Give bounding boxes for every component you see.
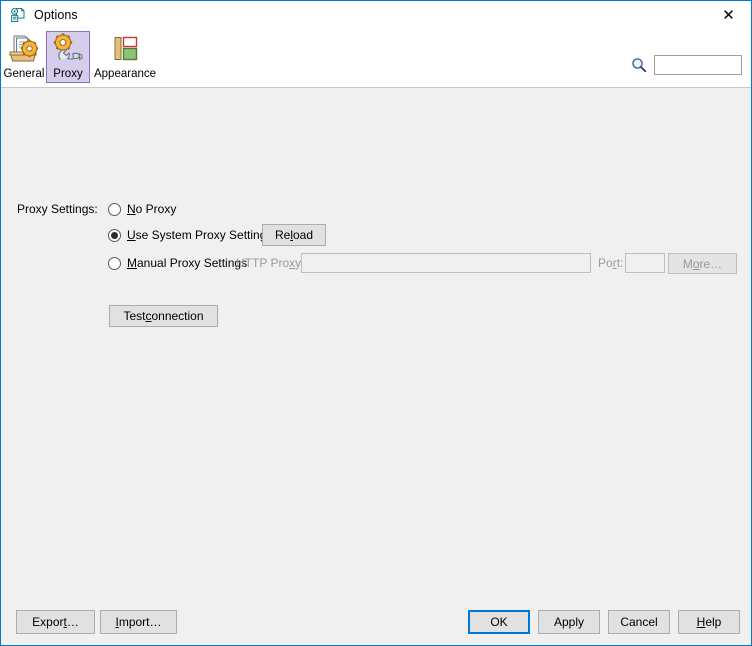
title-bar: Options ✕	[1, 1, 751, 29]
ok-button[interactable]: OK	[468, 610, 530, 634]
radio-no-proxy-mnemonic: N	[127, 202, 136, 216]
ok-button-label-pre: OK	[490, 615, 508, 629]
radio-no-proxy[interactable]: No Proxy	[108, 200, 176, 218]
import-button[interactable]: Import…	[100, 610, 177, 634]
search-icon	[632, 58, 647, 73]
toolbar-item-proxy-label: Proxy	[53, 68, 83, 80]
reload-button-label-post: oad	[292, 228, 314, 242]
http-proxy-label: HTTP Proxy:	[236, 256, 304, 270]
export-button-label-pre: Expor	[32, 615, 64, 629]
radio-manual-proxy-settings[interactable]: Manual Proxy Settings	[108, 254, 247, 272]
toolbar: General Proxy Appearance	[1, 29, 751, 88]
toolbar-item-proxy[interactable]: Proxy	[46, 31, 90, 83]
content-area: Proxy Settings: No Proxy Use System Prox…	[1, 88, 751, 601]
test-connection-button[interactable]: Test c onnection	[109, 305, 218, 327]
radio-use-system-proxy-settings-mark[interactable]	[108, 228, 121, 242]
port-label-pre: Po	[598, 256, 613, 270]
cancel-button[interactable]: Cancel	[608, 610, 670, 634]
toolbar-item-appearance-label: Appearance	[93, 68, 157, 80]
footer-button-bar: Expor t… Import… OK Apply Cancel Help	[1, 601, 751, 645]
close-icon: ✕	[722, 5, 735, 24]
more-button-mnemonic: o	[692, 256, 700, 271]
radio-manual-proxy-settings-mark[interactable]	[108, 256, 121, 270]
general-settings-icon	[9, 35, 39, 62]
more-button-label-pre: M	[682, 256, 693, 271]
search-input[interactable]	[654, 55, 742, 75]
radio-manual-label-post: anual Proxy Settings	[137, 256, 248, 270]
close-button[interactable]: ✕	[706, 1, 751, 29]
radio-use-system-proxy-settings-label: Use System Proxy Settings	[127, 228, 272, 242]
test-connection-label-post: onnection	[151, 309, 204, 323]
reload-button-label-pre: Re	[274, 228, 291, 242]
radio-use-system-label-post: se System Proxy Settings	[135, 228, 273, 242]
cancel-button-label-pre: Cancel	[620, 615, 658, 629]
toolbar-item-general-label: General	[3, 68, 45, 80]
help-button-mnemonic: H	[696, 615, 706, 629]
window-title: Options	[34, 8, 78, 22]
toolbar-item-appearance[interactable]: Appearance	[90, 31, 160, 83]
http-proxy-label-pre: HTTP Pro	[236, 256, 290, 270]
radio-no-proxy-label-post: o Proxy	[135, 202, 177, 216]
port-label-post: t:	[616, 256, 624, 270]
radio-use-system-proxy-settings[interactable]: Use System Proxy Settings	[108, 226, 272, 244]
apply-button[interactable]: Apply	[538, 610, 600, 634]
options-dialog: Options ✕ General Proxy Appearance Proxy…	[0, 0, 752, 646]
test-connection-label-pre: Test	[123, 309, 146, 323]
radio-use-system-mnemonic: U	[127, 228, 136, 242]
http-proxy-input[interactable]	[301, 253, 591, 273]
radio-manual-proxy-settings-label: Manual Proxy Settings	[127, 256, 247, 270]
port-input[interactable]	[625, 253, 665, 273]
reload-button[interactable]: Re l oad	[262, 224, 326, 246]
more-button[interactable]: Mo re…	[668, 253, 737, 274]
radio-manual-mnemonic: M	[127, 256, 137, 270]
appearance-layout-icon	[114, 36, 138, 61]
import-button-label-post: mport…	[118, 615, 162, 629]
port-label: Port:	[598, 256, 623, 270]
export-button-label-post: …	[66, 615, 79, 629]
proxy-gear-wrench-icon	[53, 33, 83, 61]
radio-no-proxy-mark[interactable]	[108, 202, 121, 216]
help-button-label-post: elp	[705, 615, 722, 629]
radio-no-proxy-label: No Proxy	[127, 202, 176, 216]
proxy-settings-label: Proxy Settings:	[17, 202, 98, 216]
more-button-label-post: re…	[699, 256, 723, 271]
export-button[interactable]: Expor t…	[16, 610, 95, 634]
apply-button-label-pre: Apply	[553, 615, 585, 629]
search-area	[631, 55, 742, 75]
options-window-icon	[11, 7, 25, 22]
toolbar-item-general[interactable]: General	[2, 31, 46, 83]
help-button[interactable]: Help	[678, 610, 740, 634]
